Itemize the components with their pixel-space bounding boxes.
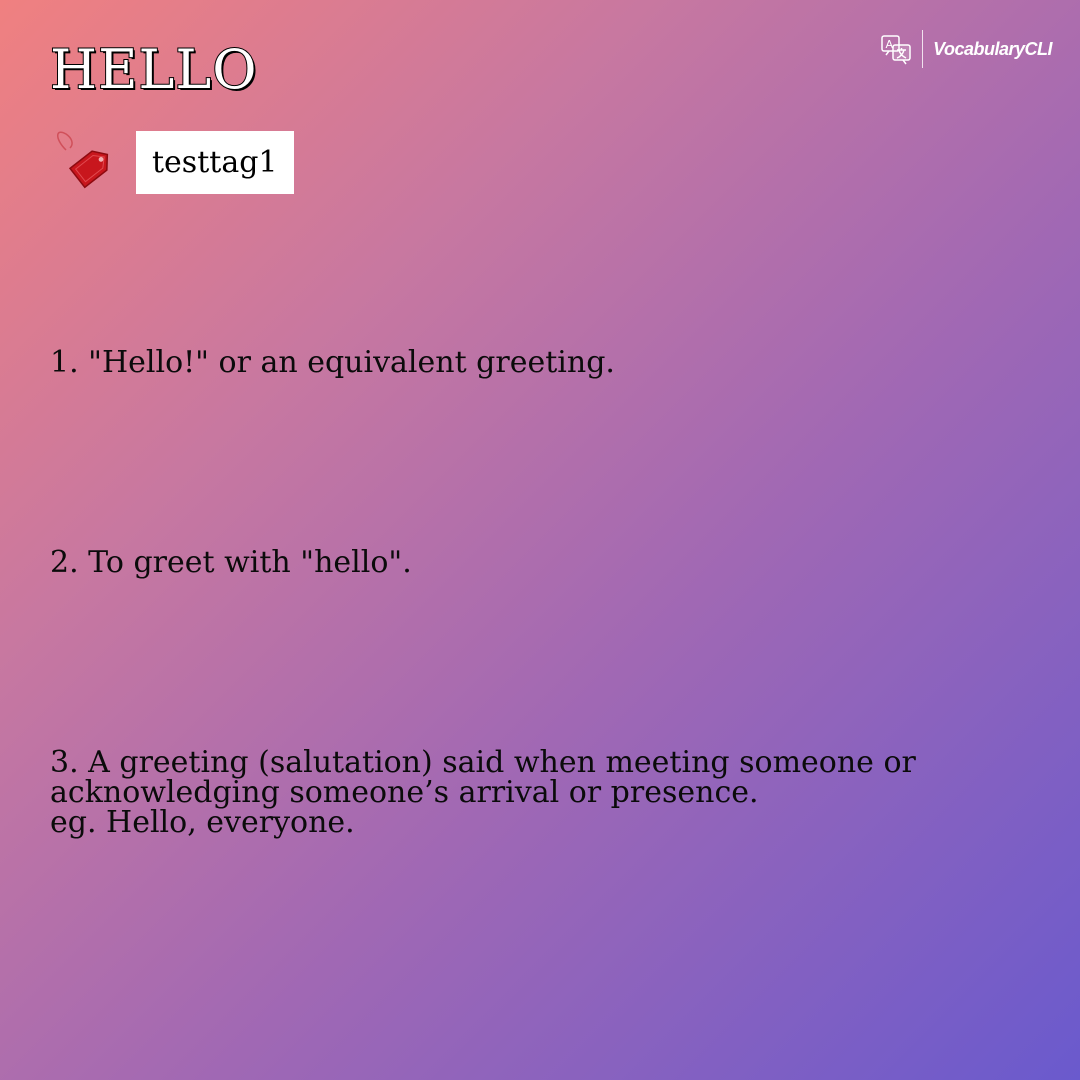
definition-1: 1. "Hello!" or an equivalent greeting. (50, 345, 615, 380)
definition-3: 3. A greeting (salutation) said when mee… (50, 745, 916, 840)
definition-2: 2. To greet with "hello". (50, 545, 412, 580)
tag-chip[interactable]: testtag1 (136, 130, 294, 194)
brand: A VocabularyCLI (880, 30, 1052, 68)
price-tag-icon (57, 131, 109, 189)
translate-icon: A (881, 35, 911, 65)
tag-row: testtag1 (52, 128, 294, 196)
brand-divider (922, 30, 924, 68)
brand-name: VocabularyCLI (933, 38, 1052, 59)
word-title: HELLO (49, 38, 258, 101)
